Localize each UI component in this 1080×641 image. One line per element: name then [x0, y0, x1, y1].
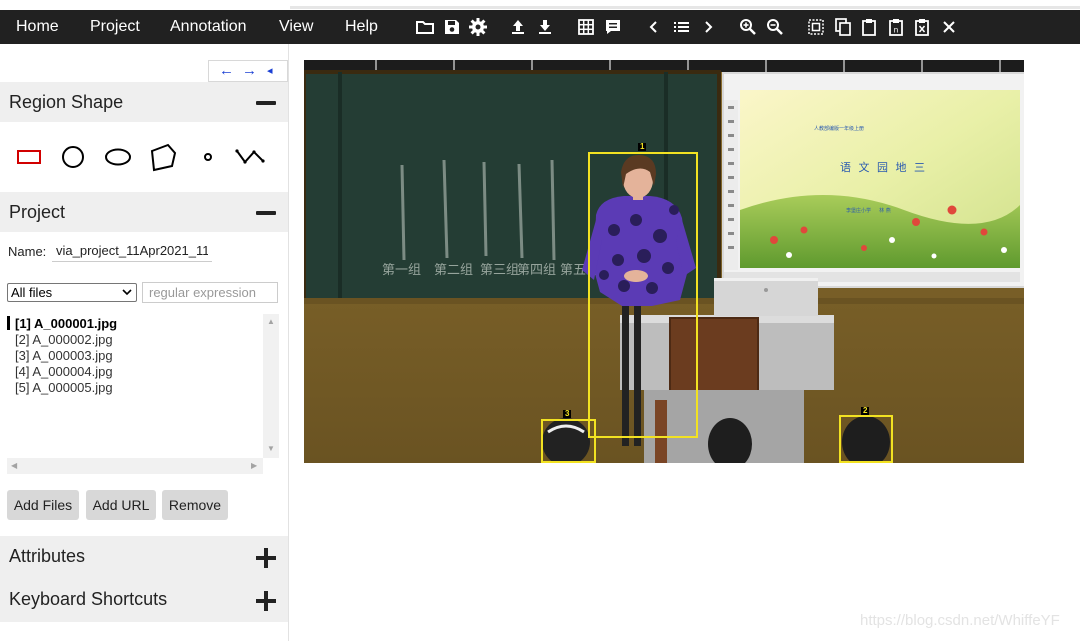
menu-view[interactable]: View — [279, 10, 313, 44]
file-list-item[interactable]: [1] A_000001.jpg — [15, 316, 117, 332]
collapse-panel-icon[interactable]: ◂ — [267, 62, 273, 80]
collapse-minus-icon[interactable] — [256, 101, 276, 105]
grid-view-icon[interactable] — [575, 16, 597, 38]
slide-title: 语 文 园 地 三 — [840, 160, 927, 174]
region-label: 1 — [638, 142, 647, 151]
attributes-header[interactable]: Attributes — [0, 536, 288, 578]
keyboard-shortcuts-title: Keyboard Shortcuts — [9, 589, 168, 609]
region-box[interactable] — [588, 152, 698, 438]
project-header[interactable]: Project — [0, 192, 288, 232]
list-icon[interactable] — [670, 16, 692, 38]
add-url-button[interactable]: Add URL — [86, 490, 156, 520]
chevron-down-icon — [122, 289, 132, 296]
point-shape-icon[interactable] — [191, 140, 225, 174]
next-image-icon[interactable] — [697, 16, 719, 38]
settings-icon[interactable] — [467, 16, 489, 38]
region-label: 2 — [861, 406, 870, 415]
scroll-left-icon[interactable]: ◀ — [11, 461, 17, 470]
region-shape-title: Region Shape — [9, 92, 124, 112]
left-panel: ← → ◂ Region Shape Project Name: All fil… — [0, 44, 289, 641]
board-group-text: 第一组 — [382, 263, 421, 278]
file-list-item[interactable]: [2] A_000002.jpg — [15, 332, 113, 348]
polygon-shape-icon[interactable] — [146, 140, 180, 174]
upload-icon[interactable] — [507, 16, 529, 38]
paste-n-icon[interactable]: n — [885, 16, 907, 38]
slide-author: 李堡庄小学 林 燕 — [846, 207, 891, 214]
board-group-text: 第二组 — [434, 263, 473, 278]
image-canvas[interactable]: 第一组 第二组 第三组 第四组 第五组 人教部编版一年级上册 语 文 园 地 三… — [304, 60, 1024, 463]
scroll-up-icon[interactable]: ▲ — [267, 317, 275, 326]
region-box[interactable] — [541, 419, 596, 463]
folder-open-icon[interactable] — [414, 16, 436, 38]
file-filter-value: All files — [11, 285, 53, 300]
keyboard-shortcuts-header[interactable]: Keyboard Shortcuts — [0, 578, 288, 622]
ellipse-shape-icon[interactable] — [101, 140, 135, 174]
top-divider — [290, 6, 1080, 9]
menu-annotation[interactable]: Annotation — [170, 10, 247, 44]
board-group-text: 第四组 — [517, 263, 556, 278]
remove-button[interactable]: Remove — [162, 490, 228, 520]
active-file-marker — [7, 316, 10, 330]
vertical-scrollbar[interactable]: ▲ ▼ — [263, 314, 279, 458]
region-shape-picker — [0, 126, 288, 190]
select-all-icon[interactable] — [805, 16, 827, 38]
copy-icon[interactable] — [832, 16, 854, 38]
project-name-label: Name: — [8, 244, 47, 259]
file-list-item[interactable]: [5] A_000005.jpg — [15, 380, 113, 396]
zoom-in-icon[interactable] — [737, 16, 759, 38]
download-icon[interactable] — [534, 16, 556, 38]
project-name-input[interactable] — [52, 240, 212, 262]
regex-filter-input[interactable]: regular expression — [142, 282, 278, 303]
circle-shape-icon[interactable] — [56, 140, 90, 174]
file-list: [1] A_000001.jpg [2] A_000002.jpg [3] A_… — [7, 314, 280, 474]
attributes-title: Attributes — [9, 546, 86, 566]
paste-icon[interactable] — [858, 16, 880, 38]
menu-project[interactable]: Project — [90, 10, 140, 44]
top-strip — [0, 0, 1080, 10]
prev-image-icon[interactable] — [643, 16, 665, 38]
rectangle-shape-icon[interactable] — [12, 140, 46, 174]
scroll-right-icon[interactable]: ▶ — [251, 461, 257, 470]
scroll-down-icon[interactable]: ▼ — [267, 444, 275, 453]
region-box[interactable] — [839, 415, 893, 463]
expand-plus-icon[interactable] — [256, 591, 276, 611]
menu-home[interactable]: Home — [16, 10, 59, 44]
comment-icon[interactable] — [602, 16, 624, 38]
region-label: 3 — [563, 409, 572, 418]
watermark: https://blog.csdn.net/WhiffeYF — [860, 612, 1060, 629]
file-list-item[interactable]: [3] A_000003.jpg — [15, 348, 113, 364]
file-list-item[interactable]: [4] A_000004.jpg — [15, 364, 113, 380]
expand-plus-icon[interactable] — [256, 548, 276, 568]
add-files-button[interactable]: Add Files — [7, 490, 79, 520]
menu-bar: Home Project Annotation View Help n — [0, 10, 1080, 44]
panel-nav: ← → ◂ — [208, 60, 288, 82]
project-title: Project — [9, 202, 66, 222]
nav-next-icon[interactable]: → — [242, 62, 257, 80]
horizontal-scrollbar[interactable]: ◀ ▶ — [7, 458, 263, 474]
close-icon[interactable] — [938, 16, 960, 38]
file-filter-select[interactable]: All files — [7, 283, 137, 302]
board-group-text: 第三组 — [480, 263, 519, 278]
delete-icon[interactable] — [911, 16, 933, 38]
nav-prev-icon[interactable]: ← — [219, 62, 234, 80]
collapse-minus-icon[interactable] — [256, 211, 276, 215]
polyline-shape-icon[interactable] — [234, 140, 268, 174]
menu-help[interactable]: Help — [345, 10, 378, 44]
save-icon[interactable] — [441, 16, 463, 38]
slide-subtitle: 人教部编版一年级上册 — [814, 125, 864, 132]
zoom-out-icon[interactable] — [764, 16, 786, 38]
svg-text:n: n — [894, 26, 898, 35]
region-shape-header[interactable]: Region Shape — [0, 82, 288, 122]
